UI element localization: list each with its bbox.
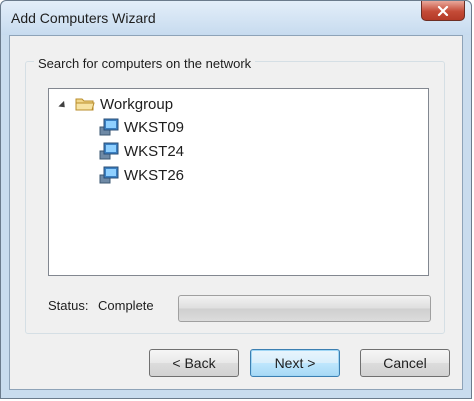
tree-item-computer[interactable]: WKST24 bbox=[99, 140, 184, 162]
computer-icon bbox=[99, 142, 119, 160]
title-bar[interactable]: Add Computers Wizard bbox=[1, 1, 471, 35]
close-icon bbox=[437, 5, 449, 16]
wizard-window: Add Computers Wizard Search for computer… bbox=[0, 0, 472, 399]
wizard-content: Search for computers on the network Work… bbox=[9, 35, 463, 390]
progress-bar bbox=[178, 295, 431, 322]
tree-item-label: Workgroup bbox=[100, 95, 174, 113]
status-value: Complete bbox=[98, 298, 154, 313]
tree-item-computer[interactable]: WKST09 bbox=[99, 116, 184, 138]
tree-item-label: WKST09 bbox=[124, 118, 185, 136]
expand-arrow-icon[interactable] bbox=[58, 100, 68, 110]
computer-icon bbox=[99, 166, 119, 184]
back-button[interactable]: < Back bbox=[149, 349, 239, 377]
cancel-button[interactable]: Cancel bbox=[360, 349, 450, 377]
tree-item-label: WKST24 bbox=[124, 142, 185, 160]
search-group-label: Search for computers on the network bbox=[34, 56, 256, 71]
tree-item-label: WKST26 bbox=[124, 166, 185, 184]
tree-item-workgroup[interactable]: Workgroup bbox=[58, 94, 174, 114]
folder-icon bbox=[75, 98, 95, 111]
tree-item-computer[interactable]: WKST26 bbox=[99, 164, 184, 186]
computer-icon bbox=[99, 118, 119, 136]
close-button[interactable] bbox=[421, 1, 465, 21]
next-button[interactable]: Next > bbox=[250, 349, 340, 377]
status-label: Status: bbox=[48, 298, 89, 313]
computer-tree[interactable]: Workgroup WKST09 WKST24 WKST26 bbox=[48, 88, 429, 276]
window-title: Add Computers Wizard bbox=[11, 10, 156, 26]
